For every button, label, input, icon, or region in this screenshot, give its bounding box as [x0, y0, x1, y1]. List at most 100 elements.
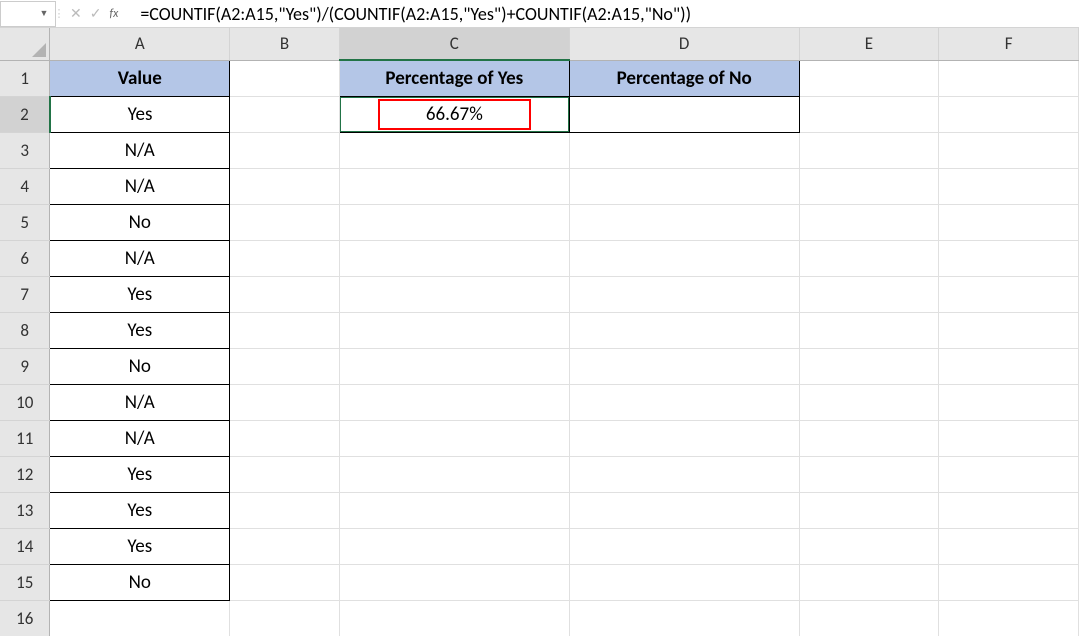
row-header-16[interactable]: 16	[0, 600, 50, 636]
cell-B2[interactable]	[230, 96, 340, 132]
cell-B6[interactable]	[230, 240, 340, 276]
cell-C4[interactable]	[339, 168, 569, 204]
cell-E12[interactable]	[799, 456, 939, 492]
cell-E15[interactable]	[799, 564, 939, 600]
cell-A13[interactable]: Yes	[50, 492, 230, 528]
col-header-A[interactable]: A	[50, 28, 230, 60]
cell-C12[interactable]	[339, 456, 569, 492]
cell-C6[interactable]	[339, 240, 569, 276]
row-header-5[interactable]: 5	[0, 204, 50, 240]
cell-A10[interactable]: N/A	[50, 384, 230, 420]
cell-B5[interactable]	[230, 204, 340, 240]
cell-B11[interactable]	[230, 420, 340, 456]
cell-E8[interactable]	[799, 312, 939, 348]
cell-D7[interactable]	[569, 276, 799, 312]
cell-C5[interactable]	[339, 204, 569, 240]
cell-E3[interactable]	[799, 132, 939, 168]
col-header-C[interactable]: C	[339, 28, 569, 60]
name-box[interactable]: ▼	[0, 1, 56, 27]
col-header-F[interactable]: F	[939, 28, 1079, 60]
col-header-D[interactable]: D	[569, 28, 799, 60]
cell-E11[interactable]	[799, 420, 939, 456]
cell-E14[interactable]	[799, 528, 939, 564]
cell-A6[interactable]: N/A	[50, 240, 230, 276]
cell-F16[interactable]	[939, 600, 1079, 636]
cell-A12[interactable]: Yes	[50, 456, 230, 492]
cell-F1[interactable]	[939, 60, 1079, 96]
cell-F5[interactable]	[939, 204, 1079, 240]
cell-E4[interactable]	[799, 168, 939, 204]
row-header-6[interactable]: 6	[0, 240, 50, 276]
cell-B14[interactable]	[230, 528, 340, 564]
cell-D13[interactable]	[569, 492, 799, 528]
enter-icon[interactable]: ✓	[90, 5, 102, 22]
fx-icon[interactable]: fx	[109, 7, 118, 21]
cell-B4[interactable]	[230, 168, 340, 204]
cell-D15[interactable]	[569, 564, 799, 600]
col-header-B[interactable]: B	[230, 28, 340, 60]
cell-C11[interactable]	[339, 420, 569, 456]
row-header-8[interactable]: 8	[0, 312, 50, 348]
cell-E7[interactable]	[799, 276, 939, 312]
cell-B7[interactable]	[230, 276, 340, 312]
cell-F14[interactable]	[939, 528, 1079, 564]
cell-A4[interactable]: N/A	[50, 168, 230, 204]
cell-C2[interactable]: 66.67%	[339, 96, 569, 132]
cell-C15[interactable]	[339, 564, 569, 600]
row-header-2[interactable]: 2	[0, 96, 50, 132]
cell-E9[interactable]	[799, 348, 939, 384]
row-header-14[interactable]: 14	[0, 528, 50, 564]
row-header-4[interactable]: 4	[0, 168, 50, 204]
cell-A9[interactable]: No	[50, 348, 230, 384]
cell-E1[interactable]	[799, 60, 939, 96]
cell-D16[interactable]	[569, 600, 799, 636]
cell-F15[interactable]	[939, 564, 1079, 600]
cell-B15[interactable]	[230, 564, 340, 600]
cell-A16[interactable]	[50, 600, 230, 636]
cell-C7[interactable]	[339, 276, 569, 312]
select-all-corner[interactable]	[0, 28, 50, 60]
cell-F3[interactable]	[939, 132, 1079, 168]
cell-B16[interactable]	[230, 600, 340, 636]
cell-D3[interactable]	[569, 132, 799, 168]
cancel-icon[interactable]: ✕	[70, 5, 82, 22]
cell-D12[interactable]	[569, 456, 799, 492]
cell-D8[interactable]	[569, 312, 799, 348]
cell-B8[interactable]	[230, 312, 340, 348]
cell-F4[interactable]	[939, 168, 1079, 204]
cell-D14[interactable]	[569, 528, 799, 564]
cell-F12[interactable]	[939, 456, 1079, 492]
cell-C9[interactable]	[339, 348, 569, 384]
row-header-15[interactable]: 15	[0, 564, 50, 600]
cell-A5[interactable]: No	[50, 204, 230, 240]
row-header-9[interactable]: 9	[0, 348, 50, 384]
row-header-10[interactable]: 10	[0, 384, 50, 420]
cell-D9[interactable]	[569, 348, 799, 384]
cell-A3[interactable]: N/A	[50, 132, 230, 168]
cell-C13[interactable]	[339, 492, 569, 528]
cell-E2[interactable]	[799, 96, 939, 132]
cell-C3[interactable]	[339, 132, 569, 168]
row-header-7[interactable]: 7	[0, 276, 50, 312]
cell-F7[interactable]	[939, 276, 1079, 312]
row-header-3[interactable]: 3	[0, 132, 50, 168]
cell-F11[interactable]	[939, 420, 1079, 456]
cell-A1[interactable]: Value	[50, 60, 230, 96]
cell-F13[interactable]	[939, 492, 1079, 528]
row-header-11[interactable]: 11	[0, 420, 50, 456]
cell-F6[interactable]	[939, 240, 1079, 276]
cell-D5[interactable]	[569, 204, 799, 240]
cell-D4[interactable]	[569, 168, 799, 204]
cell-C1[interactable]: Percentage of Yes	[339, 60, 569, 96]
dropdown-icon[interactable]: ▼	[37, 7, 51, 21]
cell-C16[interactable]	[339, 600, 569, 636]
cell-C14[interactable]	[339, 528, 569, 564]
cell-F2[interactable]	[939, 96, 1079, 132]
row-header-1[interactable]: 1	[0, 60, 50, 96]
row-header-12[interactable]: 12	[0, 456, 50, 492]
formula-input[interactable]	[134, 1, 1079, 27]
cell-B10[interactable]	[230, 384, 340, 420]
cell-A2[interactable]: Yes	[50, 96, 230, 132]
cell-F8[interactable]	[939, 312, 1079, 348]
cell-B12[interactable]	[230, 456, 340, 492]
